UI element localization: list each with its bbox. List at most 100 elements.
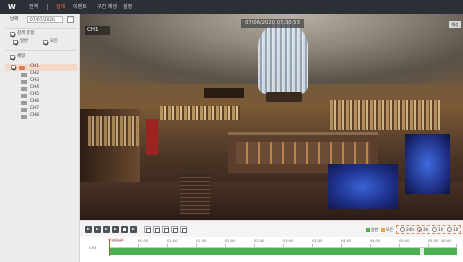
camera-icon <box>21 107 27 112</box>
tick-mark <box>370 244 371 247</box>
camera-icon <box>21 100 27 105</box>
scale-radio-1h[interactable] <box>432 227 437 232</box>
video-frame <box>328 164 398 209</box>
tick-label: 03:00 <box>283 239 294 243</box>
nav-item-segment-playback[interactable]: 구간 재생 <box>97 3 117 12</box>
tick-label: 04:00 <box>341 239 352 243</box>
snapshot-icon[interactable] <box>171 226 178 233</box>
sidebar <box>0 14 80 262</box>
playback-controls: 일반 모든 24h 3h 1h 10 <box>80 220 463 238</box>
tick-label: 01:30 <box>196 239 207 243</box>
filter-all-label: 모든 <box>50 39 58 44</box>
channel-label: CH3 <box>30 78 39 83</box>
play-icon[interactable] <box>112 226 119 233</box>
step-forward-icon[interactable] <box>130 226 137 233</box>
tick-label: 00:30 <box>138 239 149 243</box>
channel-group-checkbox[interactable] <box>10 55 15 60</box>
recording-segment[interactable] <box>109 248 420 255</box>
stop-icon[interactable] <box>121 226 128 233</box>
date-label: 날짜 <box>10 17 19 22</box>
zoom-icon[interactable] <box>153 226 160 233</box>
scale-radio-3h[interactable] <box>417 227 422 232</box>
export-icon[interactable] <box>180 226 187 233</box>
nav-item-settings[interactable]: 설정 <box>123 3 132 12</box>
channel-label: CH5 <box>30 92 39 97</box>
channel-label: CH8 <box>30 113 39 118</box>
channel-item-ch7[interactable]: CH7 <box>5 106 77 113</box>
rewind-icon[interactable] <box>85 226 92 233</box>
channel-item-ch8[interactable]: CH8 <box>5 113 77 120</box>
channel-label: CH7 <box>30 106 39 111</box>
scale-radio-24h[interactable] <box>400 227 405 232</box>
fullscreen-icon[interactable] <box>144 226 151 233</box>
tick-label: 03:30 <box>312 239 323 243</box>
channel-item-ch2[interactable]: CH2 <box>5 71 77 78</box>
resolution-button[interactable]: 해상 <box>449 21 461 28</box>
tick-label: 05:30 <box>428 239 439 243</box>
channel-item-ch5[interactable]: CH5 <box>5 92 77 99</box>
legend-label-normal: 일반 <box>371 227 379 232</box>
recording-segment[interactable] <box>424 248 457 255</box>
tick-label: 04:30 <box>370 239 381 243</box>
tick-mark <box>196 244 197 247</box>
tick-label: 02:30 <box>254 239 265 243</box>
scale-label-3h: 3h <box>423 227 429 232</box>
video-frame <box>330 100 440 130</box>
video-frame <box>88 116 140 146</box>
audio-icon[interactable] <box>162 226 169 233</box>
video-frame <box>204 88 244 98</box>
step-back-icon[interactable] <box>94 226 101 233</box>
legend-label-all: 모든 <box>386 227 394 232</box>
timeline-ruler: 00:00 00:30 01:00 01:30 02:00 02:30 03:0… <box>109 239 457 248</box>
tick-mark <box>341 244 342 247</box>
tick-mark <box>312 244 313 247</box>
search-type-checkbox[interactable] <box>10 32 15 37</box>
search-type-label: 검색 유형 <box>17 31 35 36</box>
camera-icon <box>21 79 27 84</box>
pause-icon[interactable] <box>103 226 110 233</box>
legend-swatch-normal <box>366 228 370 232</box>
filter-normal-label: 일반 <box>20 39 28 44</box>
channel-item-ch4[interactable]: CH4 <box>5 85 77 92</box>
nav-item-search[interactable]: 검색 <box>56 3 65 12</box>
scale-label-1h: 1h <box>438 227 444 232</box>
scale-label-24h: 24h <box>406 227 414 232</box>
filter-normal-checkbox[interactable] <box>13 40 18 45</box>
scale-label-10: 10 <box>453 227 459 232</box>
filter-all-checkbox[interactable] <box>43 40 48 45</box>
tick-label: 02:00 <box>225 239 236 243</box>
timeline[interactable]: CH1 00:00 00:30 01:00 01:30 02:00 02:30 … <box>80 237 463 262</box>
channel-label: CH1 <box>30 64 39 69</box>
channel-checkbox[interactable] <box>11 65 16 70</box>
timeline-cursor-label: 00:00:00 <box>108 238 125 242</box>
tick-label: 01:00 <box>167 239 178 243</box>
legend-swatch-all <box>381 228 385 232</box>
video-viewport[interactable]: 07/06/2020 07:30:53 CH1 해상 <box>80 14 463 220</box>
tick-mark <box>399 244 400 247</box>
video-frame <box>180 174 210 214</box>
date-input[interactable]: 07/07/2020 <box>27 16 63 23</box>
camera-icon <box>21 93 27 98</box>
channel-item-ch6[interactable]: CH6 <box>5 99 77 106</box>
channel-item-ch3[interactable]: CH3 <box>5 78 77 85</box>
divider <box>5 28 77 29</box>
video-frame <box>146 119 158 155</box>
tick-mark <box>428 244 429 247</box>
calendar-icon[interactable] <box>67 16 74 23</box>
channel-group-label: 채널 <box>17 54 25 59</box>
tick-label: 06:00 <box>441 239 452 243</box>
divider <box>5 50 77 51</box>
channel-label: CH6 <box>30 99 39 104</box>
tick-mark <box>283 244 284 247</box>
nav-item-global[interactable]: 전역 <box>29 3 38 12</box>
scale-radio-10[interactable] <box>447 227 452 232</box>
nav-item-event[interactable]: 이벤트 <box>73 3 87 12</box>
channel-item-ch1[interactable]: CH1 <box>5 64 77 71</box>
tick-mark <box>138 244 139 247</box>
video-frame <box>160 106 240 120</box>
camera-icon <box>19 65 26 70</box>
tick-mark <box>167 244 168 247</box>
camera-icon <box>21 86 27 91</box>
video-frame <box>236 142 370 164</box>
timeline-row-label: CH1 <box>89 245 97 250</box>
